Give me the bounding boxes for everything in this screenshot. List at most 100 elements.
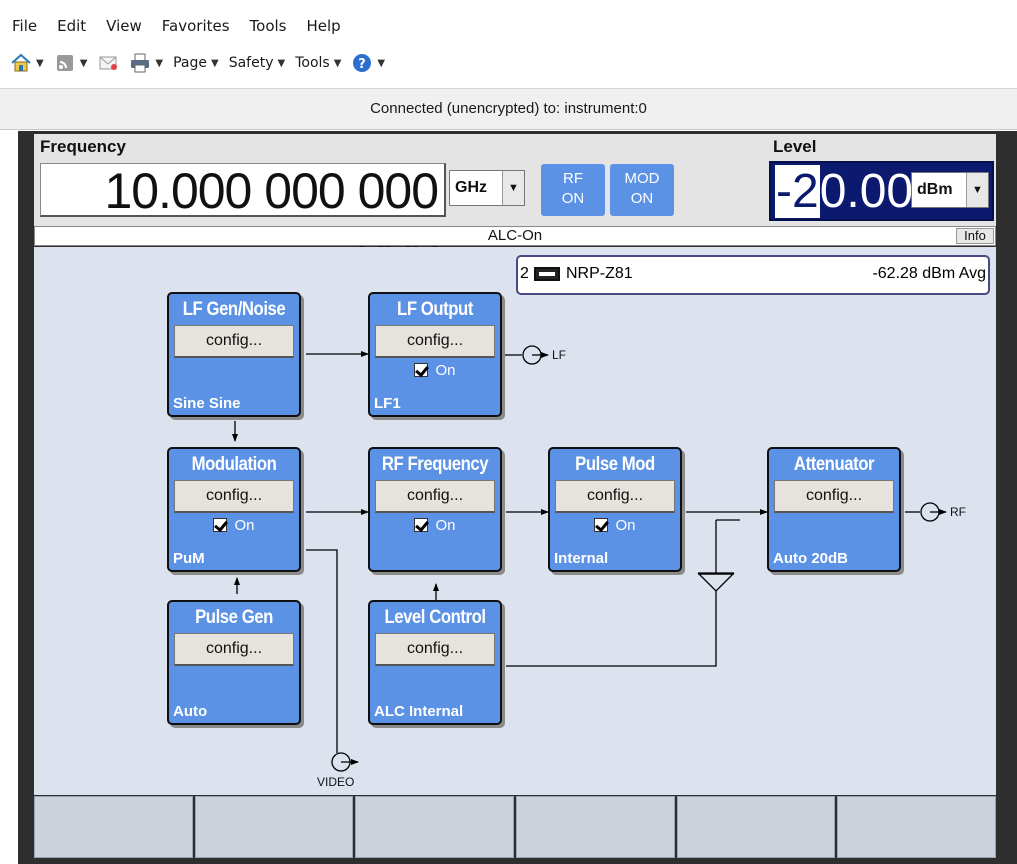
mail-icon <box>99 56 118 70</box>
menu-view[interactable]: View <box>106 17 142 35</box>
page-menu-label: Page <box>173 55 208 71</box>
level-value-cursor: -2 <box>775 165 820 218</box>
mail-button[interactable] <box>97 52 119 74</box>
level-unit-select[interactable]: dBm ▼ <box>911 172 989 208</box>
rf-on-line1: RF <box>563 170 583 187</box>
rf-frequency-on-checkbox[interactable]: On <box>370 517 500 534</box>
connection-status: Connected (unencrypted) to: instrument:0 <box>0 88 1017 130</box>
on-label: On <box>234 517 255 534</box>
level-value-rest: 0.00 <box>819 165 914 218</box>
block-title: Pulse Gen <box>195 607 273 628</box>
block-status: PuM <box>173 550 205 567</box>
svg-text:?: ? <box>359 57 367 72</box>
block-status: Internal <box>554 550 609 567</box>
lf-gen-noise-block[interactable]: LF Gen/Noise config... Sine Sine <box>167 292 301 417</box>
rf-on-line2: ON <box>561 190 585 207</box>
alc-status-bar: ALC-On Info <box>34 226 996 246</box>
attenuator-config-button[interactable]: config... <box>774 480 894 513</box>
rf-frequency-block[interactable]: RF Frequency config... On <box>368 447 502 572</box>
level-panel: -20.00 dBm ▼ <box>769 161 994 221</box>
mod-on-button[interactable]: MOD ON <box>610 164 674 216</box>
level-control-config-button[interactable]: config... <box>375 633 495 666</box>
softkey-2[interactable] <box>194 796 354 858</box>
chevron-down-icon: ▼ <box>502 171 524 205</box>
chevron-down-icon: ▼ <box>155 57 164 69</box>
on-label: On <box>615 517 636 534</box>
tools-menu-label: Tools <box>295 55 330 71</box>
block-title: RF Frequency <box>381 454 489 475</box>
level-unit-label: dBm <box>917 181 953 198</box>
chevron-down-icon: ▼ <box>211 57 219 69</box>
modulation-on-checkbox[interactable]: On <box>169 517 299 534</box>
checkbox-checked-icon <box>414 518 429 532</box>
usb-icon <box>534 267 560 281</box>
frequency-unit-select[interactable]: GHz ▼ <box>449 170 525 206</box>
chevron-down-icon: ▼ <box>377 57 386 69</box>
checkbox-checked-icon <box>414 363 429 377</box>
sensor-name: NRP-Z81 <box>566 265 633 282</box>
mod-on-line1: MOD <box>624 170 660 187</box>
home-button[interactable]: ▼ <box>10 52 44 74</box>
menu-bar: File Edit View Favorites Tools Help <box>0 0 1017 50</box>
tools-menu[interactable]: Tools ▼ <box>295 55 341 71</box>
softkey-bar <box>34 796 997 858</box>
menu-help[interactable]: Help <box>307 17 341 35</box>
block-status: Auto <box>173 703 208 720</box>
safety-menu-label: Safety <box>228 55 274 71</box>
sensor-reading: -62.28 dBm Avg <box>872 265 986 282</box>
menu-favorites[interactable]: Favorites <box>162 17 230 35</box>
pulse-gen-config-button[interactable]: config... <box>174 633 294 666</box>
checkbox-checked-icon <box>594 518 609 532</box>
menu-tools[interactable]: Tools <box>250 17 287 35</box>
menu-file[interactable]: File <box>12 17 37 35</box>
chevron-down-icon: ▼ <box>966 173 988 207</box>
menu-edit[interactable]: Edit <box>57 17 86 35</box>
frequency-label: Frequency <box>40 137 126 156</box>
lf-gen-config-button[interactable]: config... <box>174 325 294 358</box>
frequency-unit-label: GHz <box>455 179 487 196</box>
softkey-1[interactable] <box>34 796 193 858</box>
softkey-4[interactable] <box>516 796 675 858</box>
command-bar: ▼ ▼ ▼ Page ▼ Safety ▼ Tools ▼ ? ▼ <box>10 52 385 74</box>
sensor-index: 2 <box>520 265 529 282</box>
home-icon <box>11 53 31 72</box>
block-title: LF Output <box>397 299 473 320</box>
softkey-3[interactable] <box>355 796 515 858</box>
lf-output-on-checkbox[interactable]: On <box>370 362 500 379</box>
lf-port-label: LF <box>552 348 567 362</box>
level-field[interactable]: -20.00 <box>775 165 913 218</box>
power-sensor-display[interactable]: 2 NRP-Z81 -62.28 dBm Avg <box>516 255 990 295</box>
frequency-field[interactable]: 10.000 000 000 000 <box>40 163 446 272</box>
attenuator-block[interactable]: Attenuator config... Auto 20dB <box>767 447 901 572</box>
block-title: Pulse Mod <box>575 454 655 475</box>
pulse-mod-config-button[interactable]: config... <box>555 480 675 513</box>
lf-output-config-button[interactable]: config... <box>375 325 495 358</box>
info-button[interactable]: Info <box>956 228 994 244</box>
pulse-mod-block[interactable]: Pulse Mod config... On Internal <box>548 447 682 572</box>
level-label: Level <box>773 137 817 156</box>
level-control-block[interactable]: Level Control config... ALC Internal <box>368 600 502 725</box>
modulation-config-button[interactable]: config... <box>174 480 294 513</box>
chevron-down-icon: ▼ <box>277 57 286 69</box>
softkey-5[interactable] <box>676 796 836 858</box>
alc-status-text: ALC-On <box>487 227 543 244</box>
pulse-gen-block[interactable]: Pulse Gen config... Auto <box>167 600 301 725</box>
softkey-6[interactable] <box>837 796 997 858</box>
feeds-button[interactable]: ▼ <box>54 52 87 74</box>
pulse-mod-on-checkbox[interactable]: On <box>550 517 680 534</box>
block-title: Level Control <box>384 607 486 628</box>
rf-on-button[interactable]: RF ON <box>541 164 605 216</box>
printer-icon <box>131 53 150 73</box>
block-title: Modulation <box>191 454 277 475</box>
lf-output-block[interactable]: LF Output config... On LF1 <box>368 292 502 417</box>
print-button[interactable]: ▼ <box>129 52 163 74</box>
safety-menu[interactable]: Safety ▼ <box>229 55 286 71</box>
block-status: ALC Internal <box>374 703 464 720</box>
help-button[interactable]: ? ▼ <box>351 52 385 74</box>
modulation-block[interactable]: Modulation config... On PuM <box>167 447 301 572</box>
rf-frequency-config-button[interactable]: config... <box>375 480 495 513</box>
menu-row: File Edit View Favorites Tools Help <box>12 17 341 35</box>
chevron-down-icon: ▼ <box>36 57 44 69</box>
on-label: On <box>435 362 456 379</box>
page-menu[interactable]: Page ▼ <box>173 55 219 71</box>
